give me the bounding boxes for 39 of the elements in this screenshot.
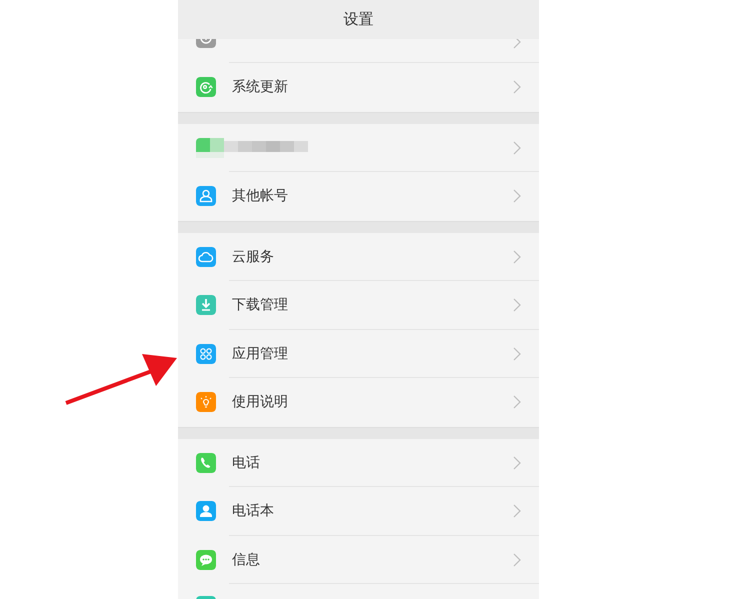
download-icon xyxy=(196,295,216,316)
chevron-icon xyxy=(513,395,521,410)
update-icon xyxy=(196,77,216,98)
apps-icon xyxy=(196,344,216,364)
row-label: 系统更新 xyxy=(232,78,289,96)
phone-icon xyxy=(196,452,216,473)
settings-row[interactable]: 电话 xyxy=(178,438,539,487)
message-icon xyxy=(196,550,216,570)
chevron-icon xyxy=(513,552,521,567)
cloud-icon xyxy=(196,246,216,267)
settings-row[interactable]: 应用管理 xyxy=(178,330,539,378)
row-label: 应用管理 xyxy=(232,344,289,363)
settings-row[interactable]: 信息 xyxy=(178,536,539,584)
row-label: 云服务 xyxy=(232,248,275,266)
chevron-icon xyxy=(513,189,521,204)
chevron-icon xyxy=(513,504,521,518)
chevron-icon xyxy=(513,140,521,155)
row-label: 电话 xyxy=(232,454,261,472)
row-label: 其他帐号 xyxy=(232,187,289,206)
chevron-icon xyxy=(513,250,521,264)
contact-icon xyxy=(196,501,216,522)
settings-row[interactable]: 系统更新 xyxy=(178,63,539,112)
row-label: 使用说明 xyxy=(232,393,289,412)
chevron-icon xyxy=(513,346,521,361)
row-label: 信息 xyxy=(232,550,261,569)
settings-row[interactable]: 云服务 xyxy=(178,232,539,281)
row-label: 下载管理 xyxy=(232,296,289,314)
chevron-icon xyxy=(513,456,521,470)
settings-row[interactable]: 其他帐号 xyxy=(178,172,539,220)
settings-row[interactable]: 使用说明 xyxy=(178,378,539,426)
settings-row[interactable]: 下载管理 xyxy=(178,281,539,330)
page-title: 设置 xyxy=(344,10,374,29)
lightbulb-icon xyxy=(196,392,216,412)
chevron-icon xyxy=(513,298,521,312)
row-label: 电话本 xyxy=(232,502,275,520)
chevron-icon xyxy=(513,39,521,49)
chevron-icon xyxy=(513,80,521,94)
settings-row[interactable]: 电话本 xyxy=(178,487,539,536)
user-icon xyxy=(196,186,216,206)
